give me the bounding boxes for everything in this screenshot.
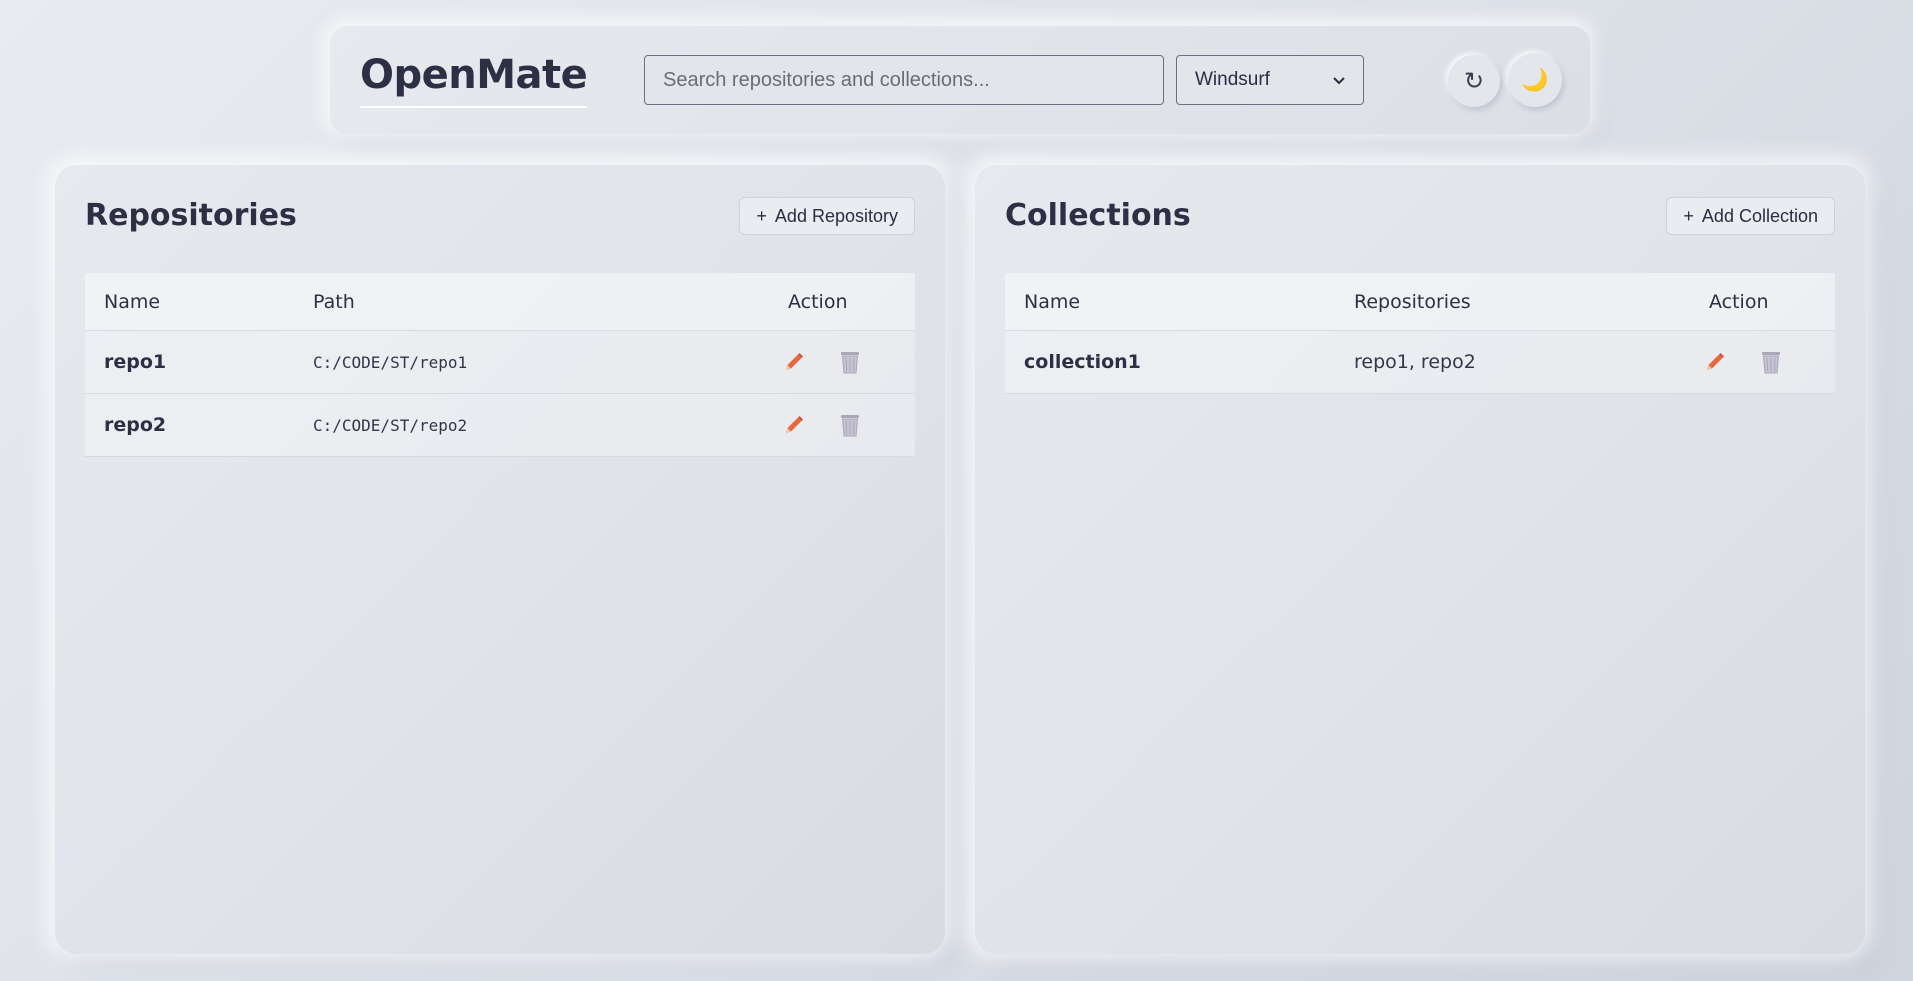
- refresh-icon: ↻: [1463, 67, 1485, 95]
- chevron-down-icon: [1333, 72, 1345, 88]
- row-actions: [1690, 349, 1835, 375]
- repository-path: C:/CODE/ST/repo2: [313, 415, 468, 435]
- table-header: Name Path Action: [85, 273, 915, 331]
- delete-button[interactable]: [1758, 349, 1784, 375]
- moon-icon: 🌙: [1521, 67, 1549, 93]
- delete-button[interactable]: [837, 349, 863, 375]
- column-header-action: Action: [1709, 290, 1769, 313]
- column-header-name: Name: [104, 290, 161, 313]
- add-collection-label: Add Collection: [1701, 205, 1818, 226]
- repository-name: repo2: [104, 414, 167, 436]
- trash-icon: [841, 415, 859, 437]
- trash-icon: [841, 352, 859, 374]
- delete-button[interactable]: [837, 412, 863, 438]
- trash-icon: [1762, 352, 1780, 374]
- repositories-panel: Repositories + Add Repository Name Path …: [55, 165, 945, 954]
- top-bar: OpenMate Windsurf ↻ 🌙: [330, 26, 1590, 134]
- edit-button[interactable]: [781, 412, 807, 438]
- plus-icon: +: [1683, 205, 1694, 226]
- row-actions: [769, 349, 915, 375]
- column-header-name: Name: [1024, 290, 1081, 313]
- refresh-button[interactable]: ↻: [1448, 55, 1500, 107]
- repositories-title: Repositories: [85, 198, 297, 233]
- table-row: repo1 C:/CODE/ST/repo1: [85, 331, 915, 394]
- table-row: collection1 repo1, repo2: [1005, 331, 1835, 394]
- pencil-icon: [1707, 353, 1724, 370]
- edit-button[interactable]: [1702, 349, 1728, 375]
- editor-select-value: Windsurf: [1195, 69, 1270, 90]
- collection-repositories: repo1, repo2: [1354, 351, 1476, 373]
- collections-panel: Collections + Add Collection Name Reposi…: [975, 165, 1865, 954]
- collections-title: Collections: [1005, 198, 1191, 233]
- edit-button[interactable]: [781, 349, 807, 375]
- table-row: repo2 C:/CODE/ST/repo2: [85, 394, 915, 457]
- theme-toggle-button[interactable]: 🌙: [1508, 53, 1562, 107]
- search-input[interactable]: [644, 55, 1164, 105]
- add-repository-label: Add Repository: [774, 205, 898, 226]
- repository-name: repo1: [104, 351, 167, 373]
- repositories-table: Name Path Action repo1 C:/CODE/ST/repo1 …: [85, 273, 915, 457]
- column-header-repositories: Repositories: [1354, 290, 1471, 313]
- add-collection-button[interactable]: + Add Collection: [1666, 197, 1835, 235]
- collection-name: collection1: [1024, 351, 1141, 373]
- collections-table: Name Repositories Action collection1 rep…: [1005, 273, 1835, 394]
- add-repository-button[interactable]: + Add Repository: [739, 197, 915, 235]
- app-title: OpenMate: [360, 52, 588, 108]
- pencil-icon: [786, 416, 803, 433]
- plus-icon: +: [756, 205, 767, 226]
- editor-select[interactable]: Windsurf: [1176, 55, 1364, 105]
- row-actions: [769, 412, 915, 438]
- repository-path: C:/CODE/ST/repo1: [313, 352, 468, 372]
- column-header-path: Path: [313, 290, 355, 313]
- pencil-icon: [786, 353, 803, 370]
- table-header: Name Repositories Action: [1005, 273, 1835, 331]
- column-header-action: Action: [788, 290, 848, 313]
